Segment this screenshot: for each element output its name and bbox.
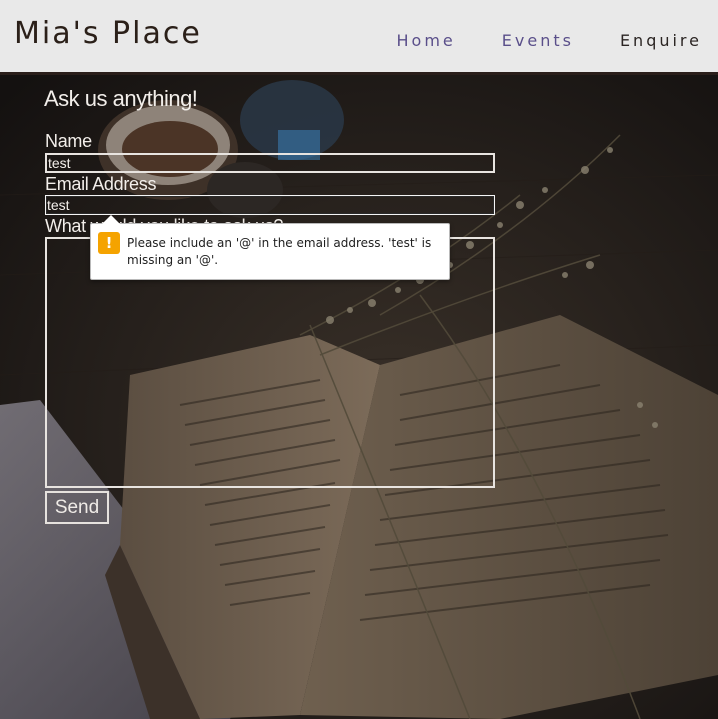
main-nav: Home Events Enquire [397, 31, 702, 50]
name-field[interactable] [45, 153, 495, 173]
warning-icon: ! [98, 232, 120, 254]
site-logo[interactable]: Mia's Place [14, 16, 202, 51]
tooltip-arrow [102, 215, 120, 224]
form-heading: Ask us anything! [44, 86, 198, 111]
email-field[interactable] [45, 195, 495, 215]
email-label: Email Address [45, 174, 157, 194]
name-label: Name [45, 131, 92, 151]
validation-tooltip: ! Please include an '@' in the email add… [90, 215, 450, 280]
nav-events[interactable]: Events [502, 31, 574, 50]
validation-message: Please include an '@' in the email addre… [127, 236, 432, 267]
nav-enquire[interactable]: Enquire [620, 31, 702, 50]
send-button[interactable]: Send [45, 491, 109, 524]
site-header: Mia's Place Home Events Enquire [0, 0, 718, 75]
nav-home[interactable]: Home [397, 31, 456, 50]
page: Mia's Place Home Events Enquire Ask us a… [0, 0, 718, 719]
